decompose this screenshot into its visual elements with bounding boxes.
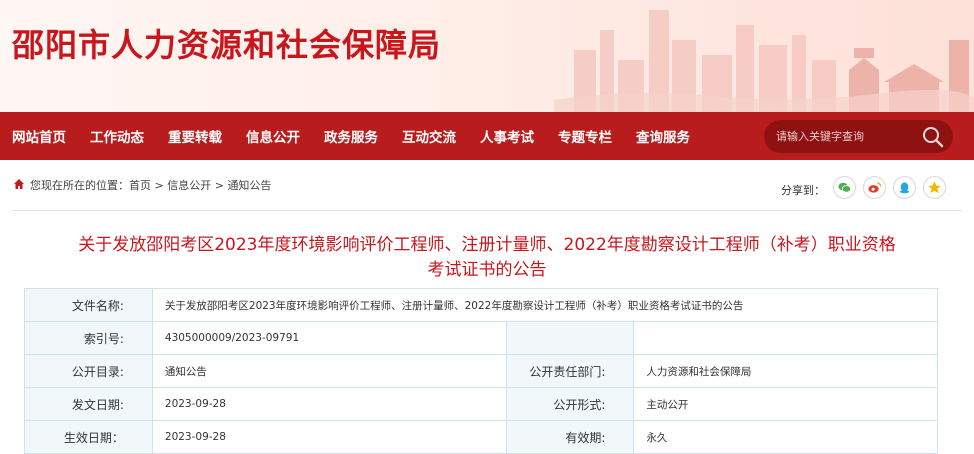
table-row: 文件名称: 关于发放邵阳考区2023年度环境影响评价工程师、注册计量师、2022… bbox=[24, 288, 939, 322]
share-wechat-button[interactable] bbox=[833, 176, 856, 199]
city-skyline-graphic bbox=[554, 10, 974, 112]
table-row: 生效日期： 2023-09-28 有效期: 永久 bbox=[24, 420, 938, 454]
nav-item-query-services[interactable]: 查询服务 bbox=[636, 126, 690, 146]
file-name-label: 文件名称: bbox=[24, 288, 153, 322]
home-icon bbox=[14, 179, 24, 189]
location-bar: 您现在所在的位置：首页 > 信息公开 > 通知公告 分享到： bbox=[0, 160, 974, 212]
department-value: 人力资源和社会保障局 bbox=[633, 354, 938, 388]
search-icon[interactable] bbox=[921, 125, 945, 149]
share-qzone-button[interactable] bbox=[923, 176, 946, 199]
nav-item-work-news[interactable]: 工作动态 bbox=[90, 126, 144, 146]
file-name-value: 关于发放邵阳考区2023年度环境影响评价工程师、注册计量师、2022年度勘察设计… bbox=[151, 288, 939, 322]
catalog-value: 通知公告 bbox=[151, 354, 507, 388]
breadcrumb-item-home[interactable]: 首页 bbox=[129, 179, 151, 192]
article-title: 关于发放邵阳考区2023年度环境影响评价工程师、注册计量师、2022年度勘察设计… bbox=[20, 233, 954, 283]
validity-value: 永久 bbox=[633, 420, 938, 454]
index-number-label: 索引号: bbox=[24, 321, 153, 355]
effective-date-value: 2023-09-28 bbox=[151, 420, 507, 454]
share-qq-button[interactable] bbox=[893, 176, 916, 199]
wechat-icon bbox=[838, 182, 851, 193]
qq-icon bbox=[899, 182, 910, 194]
divider bbox=[12, 210, 962, 211]
effective-date-label: 生效日期： bbox=[24, 420, 153, 454]
article-title-line-1: 关于发放邵阳考区2023年度环境影响评价工程师、注册计量师、2022年度勘察设计… bbox=[78, 235, 896, 255]
nav-item-info-disclosure[interactable]: 信息公开 bbox=[246, 126, 300, 146]
share-weibo-button[interactable] bbox=[863, 176, 886, 199]
breadcrumb-item-notices[interactable]: 通知公告 bbox=[227, 179, 271, 192]
disclosure-form-value: 主动公开 bbox=[633, 387, 938, 421]
nav-item-reprints[interactable]: 重要转载 bbox=[168, 126, 222, 146]
breadcrumb-item-info-disclosure[interactable]: 信息公开 bbox=[167, 179, 211, 192]
table-row: 发文日期: 2023-09-28 公开形式: 主动公开 bbox=[24, 387, 938, 421]
nav-item-gov-services[interactable]: 政务服务 bbox=[324, 126, 378, 146]
nav-item-home[interactable]: 网站首页 bbox=[12, 126, 66, 146]
nav-item-interaction[interactable]: 互动交流 bbox=[402, 126, 456, 146]
breadcrumb-prefix: 您现在所在的位置： bbox=[30, 179, 129, 192]
validity-label: 有效期: bbox=[505, 420, 635, 454]
table-row: 索引号: 4305000009/2023-09791 bbox=[24, 321, 938, 355]
document-meta-table: 文件名称: 关于发放邵阳考区2023年度环境影响评价工程师、注册计量师、2022… bbox=[24, 288, 939, 454]
site-header: 邵阳市人力资源和社会保障局 bbox=[0, 0, 974, 112]
empty-cell bbox=[633, 321, 938, 355]
qzone-icon bbox=[928, 181, 941, 194]
index-number-value: 4305000009/2023-09791 bbox=[151, 321, 507, 355]
weibo-icon bbox=[868, 182, 882, 193]
issue-date-label: 发文日期: bbox=[24, 387, 153, 421]
search-input[interactable] bbox=[776, 130, 921, 143]
disclosure-form-label: 公开形式: bbox=[505, 387, 635, 421]
share-label: 分享到： bbox=[781, 184, 825, 197]
department-label: 公开责任部门: bbox=[505, 354, 635, 388]
article-title-line-2: 考试证书的公告 bbox=[427, 260, 547, 280]
site-title: 邵阳市人力资源和社会保障局 bbox=[12, 26, 442, 64]
catalog-label: 公开目录: bbox=[24, 354, 153, 388]
search-box bbox=[764, 120, 953, 153]
issue-date-value: 2023-09-28 bbox=[151, 387, 507, 421]
table-row: 公开目录: 通知公告 公开责任部门: 人力资源和社会保障局 bbox=[24, 354, 938, 388]
nav-item-personnel-exam[interactable]: 人事考试 bbox=[480, 126, 534, 146]
nav-item-special-topics[interactable]: 专题专栏 bbox=[558, 126, 612, 146]
breadcrumb-separator: > bbox=[151, 179, 168, 192]
breadcrumb: 您现在所在的位置：首页 > 信息公开 > 通知公告 bbox=[30, 177, 271, 193]
empty-cell bbox=[505, 321, 635, 355]
breadcrumb-separator: > bbox=[211, 179, 228, 192]
